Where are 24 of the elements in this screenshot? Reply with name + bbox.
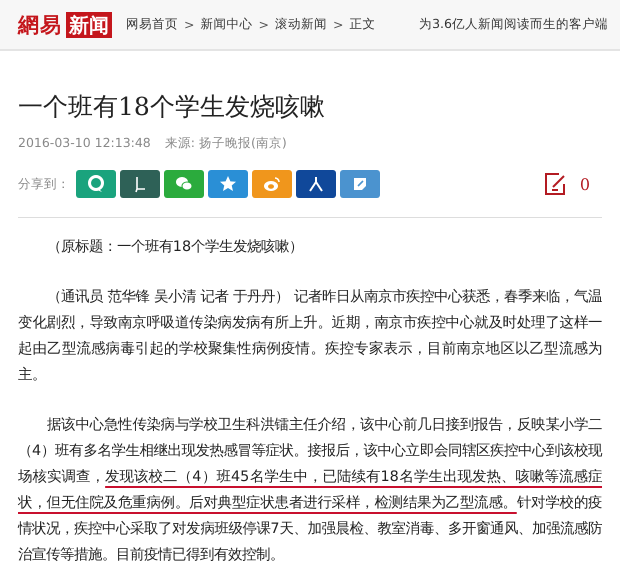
comment-edit-icon[interactable] xyxy=(544,172,568,196)
tagline: 为3.6亿人新闻阅读而生的客户端 xyxy=(419,16,608,33)
article-paragraph: （通讯员 范华锋 吴小清 记者 于丹丹） 记者昨日从南京市疾控中心获悉，春季来临，气温变化剧烈，导致南京呼吸道传染病发病有所上升。近期，南京市疾控中心就及时处理了这样一起由乙型流感病毒引起的学校聚集性病例疫情。疾控专家表示，目前南京地区以乙型流感为主。 xyxy=(18,288,602,385)
share-button[interactable] xyxy=(120,170,160,198)
breadcrumb-link[interactable]: 滚动新闻 xyxy=(274,16,327,33)
comment-count[interactable]: 0 xyxy=(580,174,590,194)
logo-text[interactable]: 網易 xyxy=(18,10,62,38)
logo-badge[interactable]: 新闻 xyxy=(66,12,112,38)
share-button[interactable] xyxy=(296,170,336,198)
share-label: 分享到： xyxy=(18,176,70,192)
article-source: 来源: 扬子晚报(南京) xyxy=(164,135,287,152)
breadcrumb-link[interactable]: 新闻中心 xyxy=(200,16,252,33)
breadcrumb-link[interactable]: 正文 xyxy=(349,16,376,33)
breadcrumb-separator: > xyxy=(184,17,194,32)
breadcrumb-link[interactable]: 网易首页 xyxy=(126,16,178,33)
breadcrumb-separator: > xyxy=(258,17,269,32)
breadcrumb-separator: > xyxy=(332,17,344,32)
publish-date: 2016-03-10 12:13:48 xyxy=(18,135,151,152)
article-title: 一个班有18个学生发烧咳嗽 xyxy=(18,91,326,123)
article-paragraph: 据该中心急性传染病与学校卫生科洪镭主任介绍，该中心前几日接到报告，反映某小学二（4）班有多名学生相继出现发热感冒等症状。接报后，该中心立即会同辖区疾控中心到该校现场核实调查，发现该校二（4）班45名学生中，已陆续有18名学生出现发热、咳嗽等流感症状，但无住院及危重病例。后对典型症状患者进行采样，检测结果为乙型流感。针对学校的疫情状况，疾控中心采取了对发病班级停课7天、加强晨检、教室消毒、多开窗通风、加强流感防治宣传等措施。目前疫情已得到有效控制。 xyxy=(18,416,602,565)
article-paragraph: （原标题：一个班有18个学生发烧咳嗽） xyxy=(46,238,304,257)
star-icon xyxy=(218,174,238,194)
eye-icon xyxy=(262,174,282,194)
speech-bubble-icon xyxy=(86,174,106,194)
